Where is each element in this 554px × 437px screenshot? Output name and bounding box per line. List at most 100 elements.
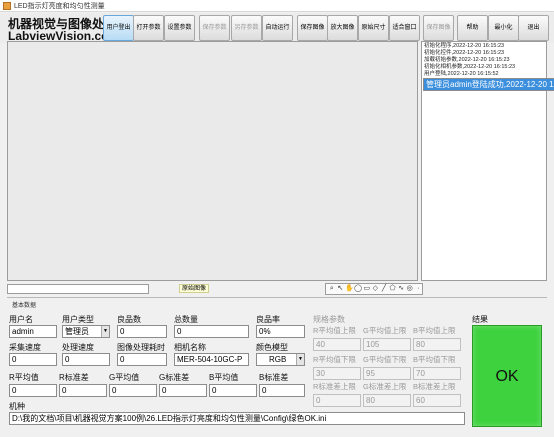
spec-label: B标准差上限 [413, 382, 456, 391]
image-tools: ⌕ ↖ ✋ ◯ ▭ ◇ ╱ ⬠ ∿ ◎ · [325, 283, 423, 295]
log-item[interactable]: 加载初始参数,2022-12-20 16:15:23 [423, 57, 545, 64]
camera-name-field: MER-504-10GC-P [174, 353, 249, 366]
spec-label: G平均值上限 [363, 326, 407, 335]
zoom-icon[interactable]: ⌕ [328, 285, 336, 293]
pointer-icon[interactable]: ↖ [337, 285, 345, 293]
log-list[interactable]: 初始化程序,2022-12-20 16:15:23 初始化控件,2022-12-2… [421, 41, 554, 281]
spec-field: 0 [313, 394, 361, 407]
spec-label: B平均值下限 [413, 355, 456, 364]
total-count-field: 0 [174, 325, 249, 338]
model-label: 机种 [9, 402, 25, 411]
toolbar-button-13[interactable]: 退出 [518, 15, 549, 41]
spec-section-label: 规格参数 [313, 315, 345, 324]
toolbar-button-11[interactable]: 帮助 [457, 15, 488, 41]
image-path-field [7, 284, 149, 294]
toolbar-button-12[interactable]: 最小化 [488, 15, 519, 41]
spec-field: 60 [413, 394, 461, 407]
header: 机器视觉与图像处理 LabviewVision.com 用户登出 打开参数 设置参数… [0, 13, 554, 43]
log-item[interactable]: 初始化相机参数,2022-12-20 16:15:23 [423, 64, 545, 71]
title-bar: LED指示灯亮度和均匀性测量 [0, 0, 554, 12]
log-item[interactable]: 用户登陆,2022-12-20 16:15:52 [423, 71, 545, 78]
roi-polygon-icon[interactable]: ⬠ [389, 285, 397, 293]
toolbar-button-8[interactable]: 原始尺寸 [358, 15, 389, 41]
spec-field: 105 [363, 338, 411, 351]
toolbar-button-3[interactable]: 保存参数 [199, 15, 230, 41]
roi-point-icon[interactable]: · [414, 285, 422, 293]
yield-label: 良品率 [256, 315, 280, 324]
image-tag: 原始图像 [179, 284, 210, 293]
spec-field: 95 [363, 367, 411, 380]
g-avg-label: G平均值 [109, 373, 140, 382]
process-time-field: 0 [117, 353, 167, 366]
log-item[interactable]: 管理员admin登陆成功,2022-12-20 16:16:11 [423, 78, 554, 91]
toolbar-button-10[interactable]: 保存图像 [423, 15, 454, 41]
spec-label: R平均值上限 [313, 326, 356, 335]
process-speed-field: 0 [62, 353, 110, 366]
spec-label: G标准差上限 [363, 382, 407, 391]
b-std-label: B标准差 [259, 373, 289, 382]
r-avg-field: 0 [9, 384, 57, 397]
process-time-label: 图像处理耗时 [117, 343, 165, 352]
section-label: 基本数据 [12, 303, 37, 309]
capture-speed-label: 采集速度 [9, 343, 41, 352]
result-label: 结果 [472, 315, 488, 324]
toolbar-button-0[interactable]: 用户登出 [103, 15, 134, 41]
total-count-label: 总数量 [174, 315, 198, 324]
r-std-label: R标准差 [59, 373, 89, 382]
toolbar-button-9[interactable]: 适合窗口 [389, 15, 420, 41]
image-status-bar: 原始图像 ⌕ ↖ ✋ ◯ ▭ ◇ ╱ ⬠ ∿ ◎ · [7, 283, 547, 295]
result-indicator: OK [472, 325, 542, 427]
log-item[interactable]: 初始化程序,2022-12-20 16:15:23 [423, 43, 545, 50]
spec-label: B平均值上限 [413, 326, 456, 335]
chevron-down-icon[interactable]: ▼ [296, 354, 304, 365]
camera-name-label: 相机名称 [174, 343, 206, 352]
app-icon [3, 2, 11, 10]
g-std-field: 0 [159, 384, 207, 397]
b-std-field: 0 [259, 384, 305, 397]
spec-field: 70 [413, 367, 461, 380]
toolbar-button-4[interactable]: 另存参数 [231, 15, 262, 41]
spec-label: G平均值下限 [363, 355, 407, 364]
good-count-label: 良品数 [117, 315, 141, 324]
toolbar-button-1[interactable]: 打开参数 [133, 15, 164, 41]
color-model-select[interactable]: RGB ▼ [256, 353, 305, 366]
capture-speed-field: 0 [9, 353, 57, 366]
username-label: 用户名 [9, 315, 33, 324]
toolbar-button-7[interactable]: 放大图像 [327, 15, 358, 41]
roi-ellipse-icon[interactable]: ◯ [354, 285, 362, 293]
roi-rotated-icon[interactable]: ◇ [372, 285, 380, 293]
r-std-field: 0 [59, 384, 107, 397]
spec-field: 30 [313, 367, 361, 380]
model-path-field[interactable]: D:\我的文档\项目\机器视觉方案100例\26.LED指示灯亮度和均匀性测量\… [9, 412, 465, 425]
image-display[interactable] [7, 41, 418, 281]
usertype-value: 管理员 [65, 327, 89, 336]
toolbar-button-5[interactable]: 自动运行 [262, 15, 293, 41]
color-model-value: RGB [269, 355, 287, 364]
toolbar-button-6[interactable]: 保存图像 [297, 15, 328, 41]
color-model-label: 颜色模型 [256, 343, 288, 352]
spec-label: R标准差上限 [313, 382, 356, 391]
b-avg-label: B平均值 [209, 373, 239, 382]
process-speed-label: 处理速度 [62, 343, 94, 352]
roi-freehand-icon[interactable]: ∿ [397, 285, 405, 293]
r-avg-label: R平均值 [9, 373, 39, 382]
g-avg-field: 0 [109, 384, 157, 397]
log-item[interactable]: 初始化控件,2022-12-20 16:15:23 [423, 50, 545, 57]
spec-field: 40 [313, 338, 361, 351]
g-std-label: G标准差 [159, 373, 190, 382]
good-count-field: 0 [117, 325, 167, 338]
chevron-down-icon[interactable]: ▼ [101, 326, 109, 337]
roi-line-icon[interactable]: ╱ [380, 285, 388, 293]
window-title: LED指示灯亮度和均匀性测量 [14, 3, 105, 10]
spec-field: 80 [413, 338, 461, 351]
roi-rect-icon[interactable]: ▭ [363, 285, 371, 293]
spec-field: 80 [363, 394, 411, 407]
spec-label: R平均值下限 [313, 355, 356, 364]
roi-annulus-icon[interactable]: ◎ [406, 285, 414, 293]
toolbar-button-2[interactable]: 设置参数 [164, 15, 195, 41]
usertype-select[interactable]: 管理员 ▼ [62, 325, 110, 338]
pan-icon[interactable]: ✋ [345, 285, 354, 293]
usertype-label: 用户类型 [62, 315, 94, 324]
username-field[interactable]: admin [9, 325, 57, 338]
b-avg-field: 0 [209, 384, 257, 397]
